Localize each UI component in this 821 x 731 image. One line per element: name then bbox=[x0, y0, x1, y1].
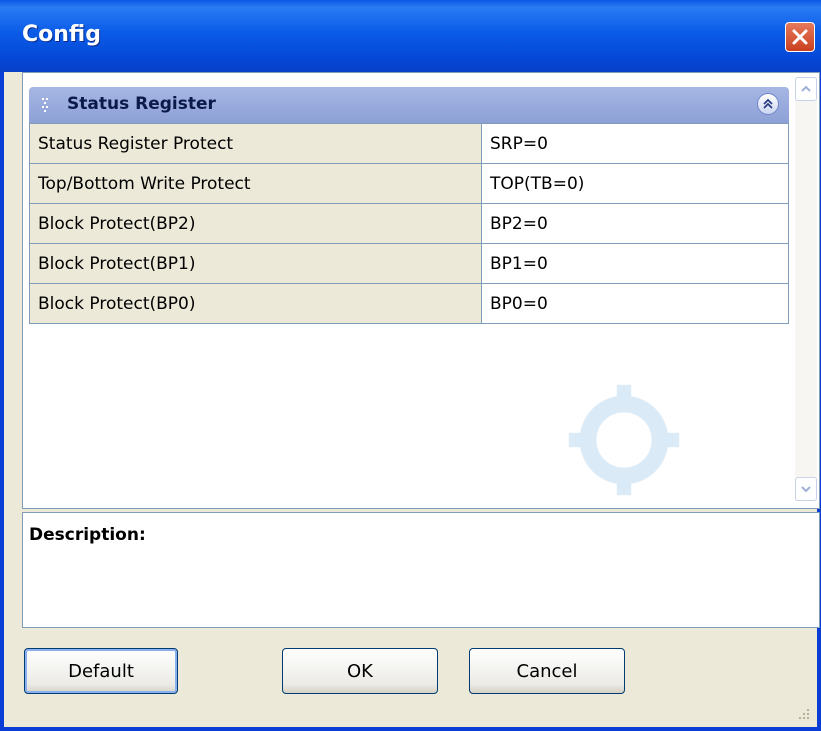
property-name: Top/Bottom Write Protect bbox=[29, 163, 482, 204]
property-name: Block Protect(BP2) bbox=[29, 203, 482, 244]
scroll-up-button[interactable] bbox=[795, 77, 817, 101]
vertical-scrollbar[interactable] bbox=[795, 77, 817, 501]
section-header-status-register[interactable]: Status Register bbox=[29, 87, 789, 123]
double-chevron-up-icon bbox=[763, 98, 773, 109]
table-row[interactable]: Block Protect(BP0) BP0=0 bbox=[29, 283, 789, 324]
property-value[interactable]: BP0=0 bbox=[481, 283, 789, 324]
table-row[interactable]: Block Protect(BP1) BP1=0 bbox=[29, 243, 789, 284]
property-value[interactable]: SRP=0 bbox=[481, 123, 789, 164]
config-dialog: Config Status Register Status Register P… bbox=[0, 0, 821, 731]
title-bar[interactable]: Config bbox=[0, 0, 821, 72]
section-title: Status Register bbox=[67, 94, 216, 114]
close-icon bbox=[792, 29, 808, 45]
description-panel: Description: bbox=[22, 512, 820, 628]
property-value[interactable]: BP1=0 bbox=[481, 243, 789, 284]
close-button[interactable] bbox=[785, 22, 815, 52]
property-table: Status Register Protect SRP=0 Top/Bottom… bbox=[29, 123, 789, 324]
property-grid-panel: Status Register Status Register Protect … bbox=[22, 72, 820, 509]
ok-button[interactable]: OK bbox=[282, 648, 438, 694]
table-row[interactable]: Block Protect(BP2) BP2=0 bbox=[29, 203, 789, 244]
property-value[interactable]: BP2=0 bbox=[481, 203, 789, 244]
property-name: Status Register Protect bbox=[29, 123, 482, 164]
chevron-down-icon bbox=[801, 486, 811, 493]
description-label: Description: bbox=[29, 525, 146, 545]
property-value[interactable]: TOP(TB=0) bbox=[481, 163, 789, 204]
cancel-button[interactable]: Cancel bbox=[469, 648, 625, 694]
collapse-button[interactable] bbox=[757, 93, 779, 115]
table-row[interactable]: Status Register Protect SRP=0 bbox=[29, 123, 789, 164]
resize-grip-icon[interactable] bbox=[797, 707, 811, 721]
window-title: Config bbox=[22, 22, 101, 47]
scroll-down-button[interactable] bbox=[795, 477, 817, 501]
property-name: Block Protect(BP0) bbox=[29, 283, 482, 324]
default-button[interactable]: Default bbox=[24, 648, 178, 694]
chevron-up-icon bbox=[801, 85, 811, 92]
property-name: Block Protect(BP1) bbox=[29, 243, 482, 284]
table-row[interactable]: Top/Bottom Write Protect TOP(TB=0) bbox=[29, 163, 789, 204]
grip-icon bbox=[42, 98, 48, 112]
